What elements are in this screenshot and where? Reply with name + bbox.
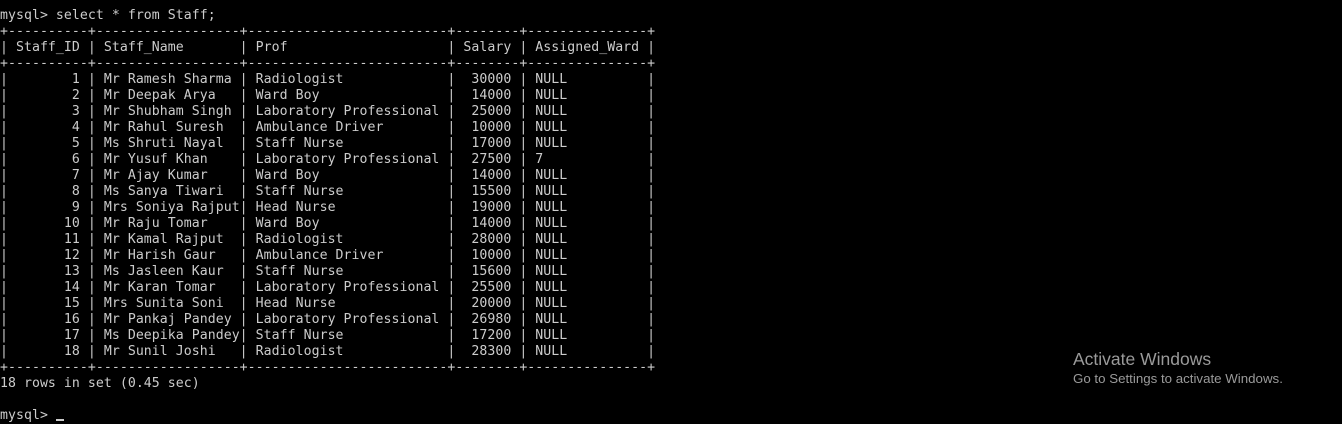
table-row: | 17 | Ms Deepika Pandey| Staff Nurse | … xyxy=(0,328,656,343)
table-row: | 18 | Mr Sunil Joshi | Radiologist | 28… xyxy=(0,344,656,359)
table-row: | 7 | Mr Ajay Kumar | Ward Boy | 14000 |… xyxy=(0,168,656,183)
table-row: | 4 | Mr Rahul Suresh | Ambulance Driver… xyxy=(0,120,656,135)
table-row: | 5 | Ms Shruti Nayal | Staff Nurse | 17… xyxy=(0,136,656,151)
watermark-title: Activate Windows xyxy=(1073,349,1212,369)
table-border: +----------+------------------+---------… xyxy=(0,360,656,375)
table-row: | 10 | Mr Raju Tomar | Ward Boy | 14000 … xyxy=(0,216,656,231)
result-summary: 18 rows in set (0.45 sec) xyxy=(0,376,200,391)
watermark-subtitle: Go to Settings to activate Windows. xyxy=(1073,371,1283,386)
table-header-row: | Staff_ID | Staff_Name | Prof | Salary … xyxy=(0,40,656,55)
table-row: | 6 | Mr Yusuf Khan | Laboratory Profess… xyxy=(0,152,656,167)
prompt-text: mysql> xyxy=(0,408,56,423)
text-cursor xyxy=(55,419,64,421)
table-row: | 15 | Mrs Sunita Soni | Head Nurse | 20… xyxy=(0,296,656,311)
table-row: | 9 | Mrs Soniya Rajput| Head Nurse | 19… xyxy=(0,200,656,215)
table-row: | 3 | Mr Shubham Singh | Laboratory Prof… xyxy=(0,104,656,119)
activate-windows-watermark: Activate Windows Go to Settings to activ… xyxy=(1073,348,1283,388)
table-row: | 13 | Ms Jasleen Kaur | Staff Nurse | 1… xyxy=(0,264,656,279)
command-prompt-line: mysql> select * from Staff; xyxy=(0,8,216,23)
table-row: | 8 | Ms Sanya Tiwari | Staff Nurse | 15… xyxy=(0,184,656,199)
table-row: | 11 | Mr Kamal Rajput | Radiologist | 2… xyxy=(0,232,656,247)
table-row: | 2 | Mr Deepak Arya | Ward Boy | 14000 … xyxy=(0,88,656,103)
table-row: | 1 | Mr Ramesh Sharma | Radiologist | 3… xyxy=(0,72,656,87)
table-row: | 16 | Mr Pankaj Pandey | Laboratory Pro… xyxy=(0,312,656,327)
table-border: +----------+------------------+---------… xyxy=(0,24,656,39)
table-row: | 14 | Mr Karan Tomar | Laboratory Profe… xyxy=(0,280,656,295)
table-row: | 12 | Mr Harish Gaur | Ambulance Driver… xyxy=(0,248,656,263)
table-border: +----------+------------------+---------… xyxy=(0,56,656,71)
